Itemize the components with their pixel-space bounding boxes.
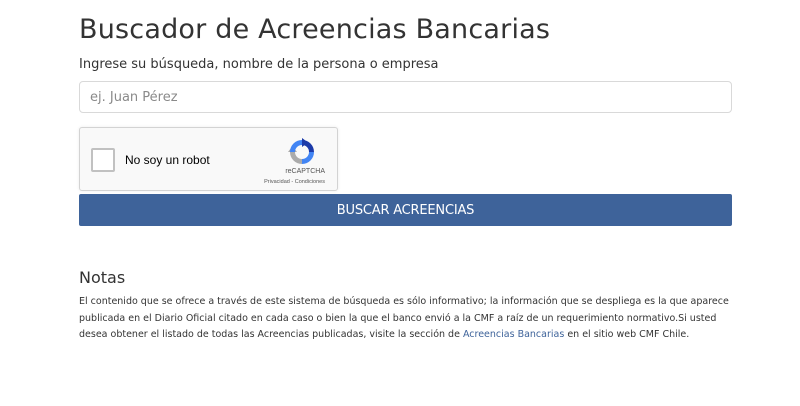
recaptcha-brand: reCAPTCHA [285, 168, 325, 175]
recaptcha-checkbox[interactable] [91, 148, 115, 172]
page-title: Buscador de Acreencias Bancarias [79, 14, 551, 45]
search-label: Ingrese su búsqueda, nombre de la person… [79, 57, 439, 72]
notes-title: Notas [79, 268, 126, 287]
search-input[interactable] [79, 81, 732, 113]
recaptcha-links: Privacidad - Condiciones [264, 179, 325, 185]
recaptcha-logo-icon [288, 138, 314, 164]
recaptcha-terms-link[interactable]: Condiciones [295, 179, 325, 185]
recaptcha-label: No soy un robot [125, 153, 210, 167]
page: Buscador de Acreencias Bancarias Ingrese… [0, 0, 800, 406]
notes-text: El contenido que se ofrece a través de e… [79, 294, 732, 344]
notes-text-after: en el sitio web CMF Chile. [564, 329, 690, 340]
recaptcha-widget: No soy un robot reCAPTCHA Privacidad - C… [79, 127, 338, 191]
recaptcha-privacy-link[interactable]: Privacidad [264, 179, 290, 185]
acreencias-bancarias-link[interactable]: Acreencias Bancarias [463, 329, 564, 340]
search-button[interactable]: BUSCAR ACREENCIAS [79, 194, 732, 226]
